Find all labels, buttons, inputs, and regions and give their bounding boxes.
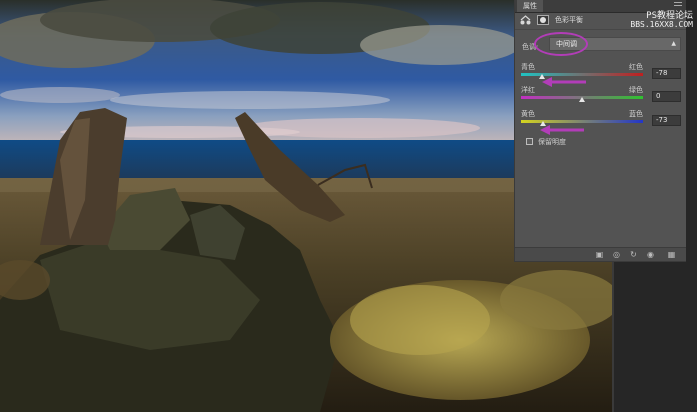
magenta-green-thumb[interactable] [579, 97, 585, 102]
preserve-luminosity-checkbox[interactable] [526, 138, 533, 145]
slider-right-label: 绿色 [629, 86, 643, 94]
clip-to-layer-icon[interactable]: ▣ [595, 250, 604, 259]
delete-icon[interactable]: ▦ [667, 250, 676, 259]
watermark-url: BBS.16XX8.COM [630, 20, 693, 29]
color-balance-icon [520, 15, 531, 25]
annotation-arrow-2 [540, 125, 584, 135]
preserve-luminosity[interactable]: 保留明度 [526, 137, 606, 147]
panel-bottom-bar: ▣ ◎ ↻ ◉ ▦ [515, 247, 686, 261]
visibility-icon[interactable]: ◉ [646, 250, 655, 259]
slider-right-label: 蓝色 [629, 110, 643, 118]
magenta-green-slider-row: 洋红 绿色 0 [521, 85, 681, 105]
preserve-luminosity-label: 保留明度 [538, 138, 566, 146]
slider-left-label: 黄色 [521, 110, 535, 118]
reset-icon[interactable]: ↻ [629, 250, 638, 259]
magenta-green-value[interactable]: 0 [652, 91, 681, 102]
slider-left-label: 青色 [521, 63, 535, 71]
yellow-blue-value[interactable]: -73 [652, 115, 681, 126]
tab-properties[interactable]: 属性 [517, 0, 543, 12]
annotation-arrow-1 [542, 77, 586, 87]
chevron-down-icon: ▲︎ [671, 40, 676, 47]
slider-right-label: 红色 [629, 63, 643, 71]
cyan-red-value[interactable]: -78 [652, 68, 681, 79]
slider-left-label: 洋红 [521, 86, 535, 94]
view-previous-icon[interactable]: ◎ [612, 250, 621, 259]
adjustment-title: 色彩平衡 [555, 16, 583, 24]
mask-icon[interactable] [537, 15, 549, 25]
annotation-ellipse [534, 32, 588, 56]
